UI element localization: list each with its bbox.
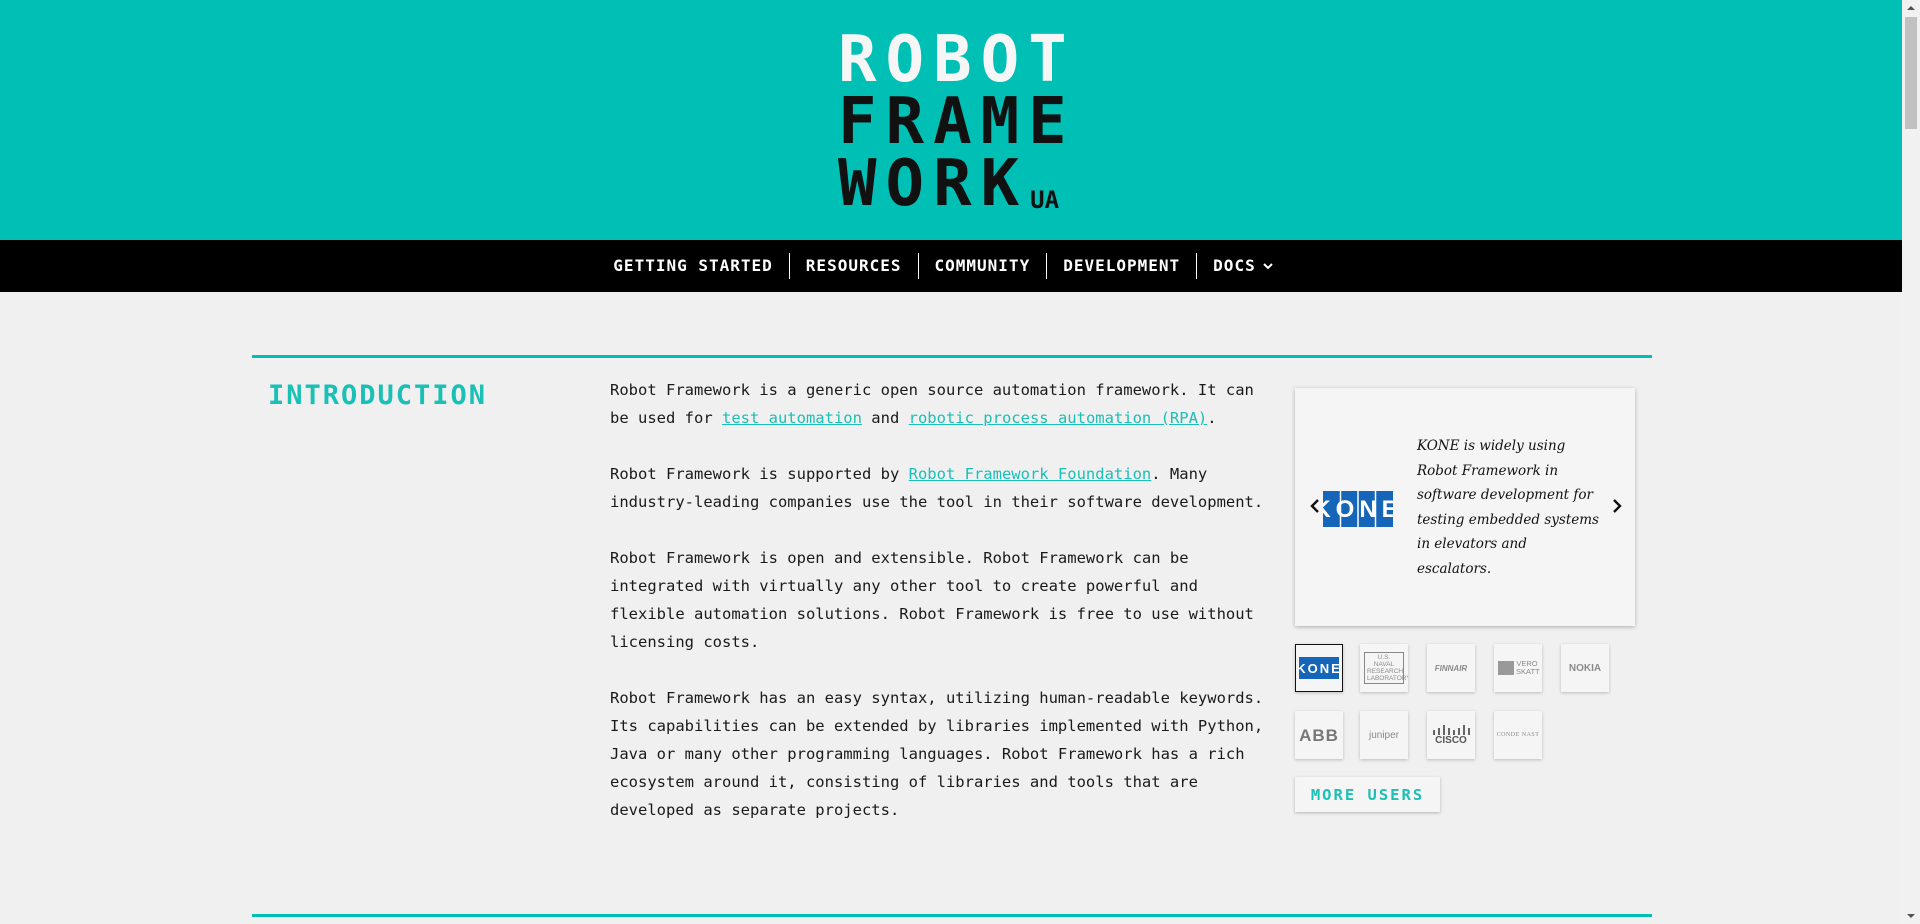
logo-line-2: FRAME	[838, 85, 1076, 159]
site-header: ROBOT FRAME WORK UA	[0, 0, 1902, 240]
nokia-logo: NOKIA	[1568, 662, 1602, 674]
conde-nast-logo: CONDE NAST	[1496, 731, 1540, 738]
nav-item-community[interactable]: COMMUNITY	[917, 253, 1047, 279]
scroll-up-arrow-icon[interactable]	[1902, 0, 1920, 17]
logo-line-3: WORK	[838, 147, 1029, 221]
user-thumb-abb[interactable]: ABB	[1295, 711, 1343, 759]
vero-skatt-logo: VERO SKATT	[1498, 660, 1540, 676]
user-thumb-juniper[interactable]: JUNIPER	[1360, 711, 1408, 759]
intro-paragraph-3: Robot Framework is open and extensible. …	[610, 549, 1254, 651]
intro-p2-prefix: Robot Framework is supported by	[610, 465, 909, 483]
cisco-logo: CISCO	[1431, 724, 1471, 746]
user-thumb-finnair[interactable]: FINNAIR	[1427, 644, 1475, 692]
test-automation-link[interactable]: test automation	[722, 409, 862, 427]
intro-paragraph-4: Robot Framework has an easy syntax, util…	[610, 689, 1264, 819]
scrollbar-thumb[interactable]	[1905, 17, 1917, 129]
cisco-bars-icon	[1433, 724, 1470, 735]
logo-suffix: UA	[1030, 186, 1060, 214]
foundation-link[interactable]: Robot Framework Foundation	[909, 465, 1152, 483]
main-navigation: GETTING STARTED RESOURCES COMMUNITY DEVE…	[0, 240, 1902, 292]
nav-item-resources[interactable]: RESOURCES	[788, 253, 918, 279]
user-thumb-cisco[interactable]: CISCO	[1427, 711, 1475, 759]
scroll-down-arrow-icon[interactable]	[1902, 907, 1920, 924]
finnair-logo: FINNAIR	[1434, 663, 1468, 673]
more-users-button[interactable]: MORE USERS	[1295, 777, 1440, 812]
kone-logo: KONE	[1323, 491, 1393, 527]
nav-item-development[interactable]: DEVELOPMENT	[1046, 253, 1196, 279]
logo-line-1: ROBOT	[838, 23, 1076, 97]
kone-thumb-logo: KONE	[1299, 657, 1339, 679]
introduction-text: Robot Framework is a generic open source…	[610, 376, 1280, 852]
juniper-logo: JUNIPER	[1368, 729, 1400, 741]
section-divider-top	[252, 355, 1652, 358]
user-quote: KONE is widely using Robot Framework in …	[1417, 438, 1599, 577]
abb-logo: ABB	[1299, 725, 1339, 745]
nav-item-label: GETTING STARTED	[613, 256, 773, 275]
robot-framework-logo[interactable]: ROBOT FRAME WORK UA	[838, 28, 1068, 221]
nav-list: GETTING STARTED RESOURCES COMMUNITY DEVE…	[0, 240, 1902, 292]
intro-p1-and: and	[861, 409, 909, 427]
nav-item-label: COMMUNITY	[934, 256, 1031, 275]
introduction-heading: INTRODUCTION	[268, 380, 488, 411]
user-thumb-kone[interactable]: KONE	[1295, 644, 1343, 692]
user-thumb-naval-research[interactable]: U.S. NAVAL RESEARCH LABORATORY	[1360, 644, 1408, 692]
chevron-left-icon[interactable]	[1305, 496, 1325, 516]
vero-skatt-emblem	[1498, 661, 1514, 675]
user-thumb-vero-skatt[interactable]: VERO SKATT	[1494, 644, 1542, 692]
intro-paragraph-2: Robot Framework is supported by Robot Fr…	[610, 460, 1280, 516]
intro-paragraph-1: Robot Framework is a generic open source…	[610, 376, 1280, 432]
user-thumb-conde-nast[interactable]: CONDE NAST	[1494, 711, 1542, 759]
users-carousel: KONE KONE is widely using Robot Framewor…	[1295, 388, 1635, 626]
naval-research-logo: U.S. NAVAL RESEARCH LABORATORY	[1364, 652, 1408, 684]
page-scrollbar[interactable]	[1902, 0, 1920, 924]
svg-text:KONE: KONE	[1299, 661, 1339, 676]
nav-item-docs[interactable]: DOCS	[1196, 253, 1290, 279]
nav-item-label: DOCS	[1213, 256, 1256, 275]
nav-item-label: DEVELOPMENT	[1063, 256, 1181, 275]
nav-item-getting-started[interactable]: GETTING STARTED	[597, 253, 789, 279]
section-divider-bottom	[252, 914, 1652, 917]
nav-item-label: RESOURCES	[805, 256, 902, 275]
chevron-down-icon	[1262, 263, 1273, 270]
user-thumb-nokia[interactable]: NOKIA	[1561, 644, 1609, 692]
rpa-link[interactable]: robotic process automation (RPA)	[909, 409, 1208, 427]
intro-p1-suffix: .	[1207, 409, 1217, 427]
kone-logo-text: KONE	[1323, 496, 1393, 523]
chevron-right-icon[interactable]	[1607, 496, 1627, 516]
